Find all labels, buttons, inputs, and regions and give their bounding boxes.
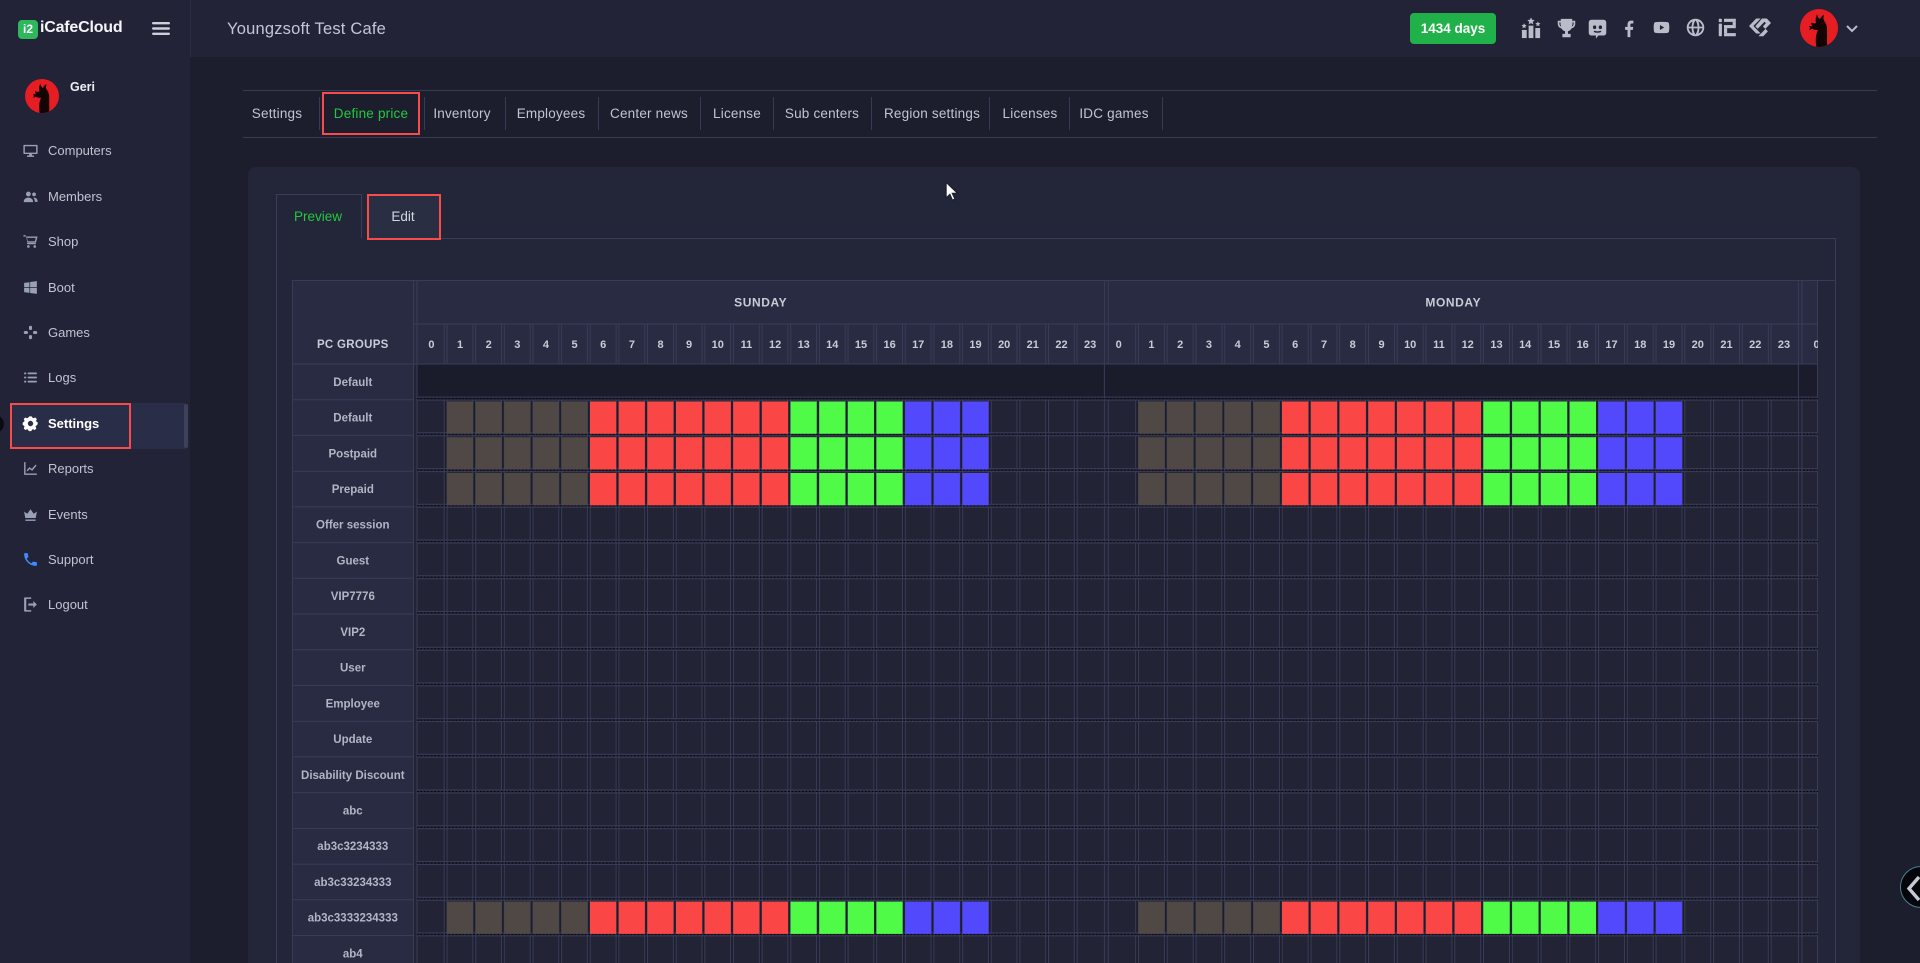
- svg-text:13: 13: [1490, 339, 1502, 351]
- svg-text:3: 3: [1206, 339, 1212, 351]
- svg-text:15: 15: [1548, 339, 1560, 351]
- svg-text:0: 0: [1116, 339, 1122, 351]
- svg-text:Employee: Employee: [326, 698, 380, 710]
- svg-text:1: 1: [1148, 339, 1154, 351]
- svg-text:12: 12: [769, 339, 781, 351]
- svg-text:4: 4: [1235, 339, 1242, 351]
- svg-text:20: 20: [998, 339, 1010, 351]
- svg-text:16: 16: [1577, 339, 1589, 351]
- svg-text:ab3c33234333: ab3c33234333: [314, 877, 391, 889]
- svg-text:13: 13: [798, 339, 810, 351]
- svg-text:6: 6: [600, 339, 606, 351]
- svg-text:Disability Discount: Disability Discount: [301, 770, 405, 782]
- svg-text:18: 18: [941, 339, 953, 351]
- svg-text:Prepaid: Prepaid: [332, 484, 374, 496]
- svg-text:2: 2: [1177, 339, 1183, 351]
- svg-text:17: 17: [912, 339, 924, 351]
- svg-text:21: 21: [1720, 339, 1732, 351]
- svg-text:Update: Update: [333, 734, 372, 746]
- svg-text:MONDAY: MONDAY: [1425, 296, 1481, 310]
- svg-text:VIP7776: VIP7776: [331, 591, 375, 603]
- svg-text:Default: Default: [333, 377, 372, 389]
- svg-text:23: 23: [1084, 339, 1096, 351]
- svg-text:2: 2: [486, 339, 492, 351]
- svg-text:ab3c3234333: ab3c3234333: [317, 841, 388, 853]
- svg-text:Guest: Guest: [337, 556, 370, 568]
- svg-text:5: 5: [572, 339, 578, 351]
- svg-text:14: 14: [826, 339, 839, 351]
- svg-text:8: 8: [657, 339, 663, 351]
- svg-text:4: 4: [543, 339, 550, 351]
- svg-text:14: 14: [1519, 339, 1532, 351]
- svg-text:0: 0: [428, 339, 434, 351]
- svg-text:10: 10: [712, 339, 724, 351]
- svg-text:19: 19: [969, 339, 981, 351]
- svg-text:20: 20: [1692, 339, 1704, 351]
- svg-text:SUNDAY: SUNDAY: [734, 296, 787, 310]
- svg-text:23: 23: [1778, 339, 1790, 351]
- svg-text:18: 18: [1634, 339, 1646, 351]
- svg-text:7: 7: [1321, 339, 1327, 351]
- svg-text:22: 22: [1055, 339, 1067, 351]
- svg-text:9: 9: [686, 339, 692, 351]
- svg-text:0: 0: [1813, 339, 1818, 351]
- svg-text:ab4: ab4: [343, 948, 363, 960]
- svg-text:5: 5: [1263, 339, 1269, 351]
- svg-text:21: 21: [1027, 339, 1039, 351]
- svg-text:10: 10: [1404, 339, 1416, 351]
- svg-text:8: 8: [1350, 339, 1356, 351]
- svg-text:12: 12: [1462, 339, 1474, 351]
- svg-text:abc: abc: [343, 806, 363, 818]
- svg-text:PC GROUPS: PC GROUPS: [317, 339, 389, 351]
- svg-text:3: 3: [514, 339, 520, 351]
- svg-text:17: 17: [1605, 339, 1617, 351]
- svg-text:11: 11: [741, 339, 753, 351]
- svg-text:11: 11: [1433, 339, 1445, 351]
- svg-text:15: 15: [855, 339, 867, 351]
- svg-text:Postpaid: Postpaid: [329, 448, 378, 460]
- svg-text:Default: Default: [333, 413, 372, 425]
- svg-text:VIP2: VIP2: [340, 627, 365, 639]
- svg-text:16: 16: [883, 339, 895, 351]
- svg-text:22: 22: [1749, 339, 1761, 351]
- svg-text:9: 9: [1378, 339, 1384, 351]
- svg-text:ab3c3333234333: ab3c3333234333: [308, 913, 398, 925]
- svg-text:User: User: [340, 663, 366, 675]
- svg-text:1: 1: [457, 339, 463, 351]
- svg-text:7: 7: [629, 339, 635, 351]
- svg-text:6: 6: [1292, 339, 1298, 351]
- svg-text:Offer session: Offer session: [316, 520, 390, 532]
- svg-text:19: 19: [1663, 339, 1675, 351]
